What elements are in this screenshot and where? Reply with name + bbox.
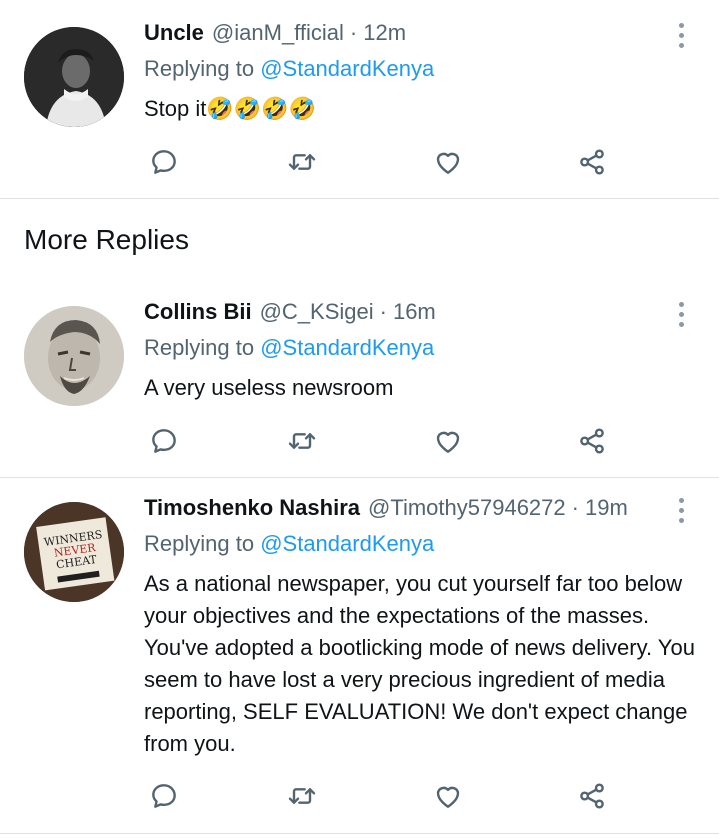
share-button[interactable] — [576, 146, 608, 178]
reply-tweet[interactable]: WINNERS NEVER CHEAT Timoshenko Nashira @… — [0, 478, 719, 838]
tweet-header: Collins Bii @C_KSigei · 16m — [144, 299, 436, 329]
retweet-icon — [288, 154, 316, 170]
share-icon — [580, 428, 604, 454]
separator-dot: · — [379, 299, 387, 324]
replying-to-link[interactable]: @StandardKenya — [260, 531, 434, 556]
heart-icon — [436, 152, 460, 174]
replying-to-link[interactable]: @StandardKenya — [260, 56, 434, 81]
replying-to-link[interactable]: @StandardKenya — [260, 335, 434, 360]
reply-button[interactable] — [148, 780, 180, 812]
share-button[interactable] — [576, 425, 608, 457]
speech-bubble-icon — [152, 429, 176, 453]
avatar[interactable] — [24, 306, 124, 406]
divider — [0, 198, 719, 199]
more-dots-icon[interactable] — [673, 20, 689, 50]
retweet-icon — [288, 433, 316, 449]
heart-icon — [436, 786, 460, 808]
tweet-text-body: Stop it — [144, 96, 207, 121]
separator-dot: · — [349, 20, 358, 45]
retweet-button[interactable] — [286, 425, 318, 457]
share-icon — [580, 783, 604, 809]
more-replies-heading: More Replies — [24, 224, 189, 255]
tweet-text: As a national newspaper, you cut yoursel… — [144, 571, 695, 756]
user-handle[interactable]: @C_KSigei — [260, 299, 374, 325]
share-button[interactable] — [576, 780, 608, 812]
avatar[interactable]: WINNERS NEVER CHEAT — [24, 502, 124, 602]
separator-dot: · — [571, 495, 579, 520]
tweet-actions — [144, 425, 614, 455]
display-name[interactable]: Collins Bii — [144, 299, 252, 325]
timestamp[interactable]: 12m — [363, 20, 406, 46]
tweet-header: Timoshenko Nashira @Timothy57946272 · 19… — [144, 495, 628, 525]
tweet-text: A very useless newsroom — [144, 375, 394, 400]
user-handle[interactable]: @ianM_fficial — [212, 20, 344, 46]
replying-to: Replying to @StandardKenya — [144, 56, 434, 82]
display-name[interactable]: Uncle — [144, 20, 204, 46]
share-icon — [580, 149, 604, 175]
speech-bubble-icon — [152, 784, 176, 808]
like-button[interactable] — [432, 425, 464, 457]
avatar[interactable] — [24, 27, 124, 127]
reply-button[interactable] — [148, 425, 180, 457]
replying-prefix: Replying to — [144, 531, 255, 556]
timestamp[interactable]: 16m — [393, 299, 436, 325]
divider — [0, 833, 719, 834]
replying-prefix: Replying to — [144, 335, 255, 360]
retweet-icon — [288, 788, 316, 804]
display-name[interactable]: Timoshenko Nashira — [144, 495, 360, 521]
reply-tweet[interactable]: Collins Bii @C_KSigei · 16m Replying to … — [0, 280, 719, 478]
reply-tweet[interactable]: Uncle @ianM_fficial · 12m Replying to @S… — [0, 0, 719, 199]
more-dots-icon[interactable] — [673, 299, 689, 329]
timestamp[interactable]: 19m — [585, 495, 628, 521]
tweet-actions — [144, 780, 614, 810]
laughing-emoji: 🤣🤣🤣🤣 — [206, 97, 316, 122]
heart-icon — [436, 431, 460, 453]
replying-prefix: Replying to — [144, 56, 255, 81]
retweet-button[interactable] — [286, 146, 318, 178]
user-handle[interactable]: @Timothy57946272 — [368, 495, 566, 521]
tweet-actions — [144, 146, 614, 176]
tweet-text: Stop it🤣🤣🤣🤣 — [144, 93, 704, 126]
like-button[interactable] — [432, 146, 464, 178]
more-dots-icon[interactable] — [673, 495, 689, 525]
like-button[interactable] — [432, 780, 464, 812]
speech-bubble-icon — [152, 150, 176, 174]
retweet-button[interactable] — [286, 780, 318, 812]
reply-button[interactable] — [148, 146, 180, 178]
replying-to: Replying to @StandardKenya — [144, 335, 434, 361]
tweet-header: Uncle @ianM_fficial · 12m — [144, 20, 406, 50]
replying-to: Replying to @StandardKenya — [144, 531, 434, 557]
